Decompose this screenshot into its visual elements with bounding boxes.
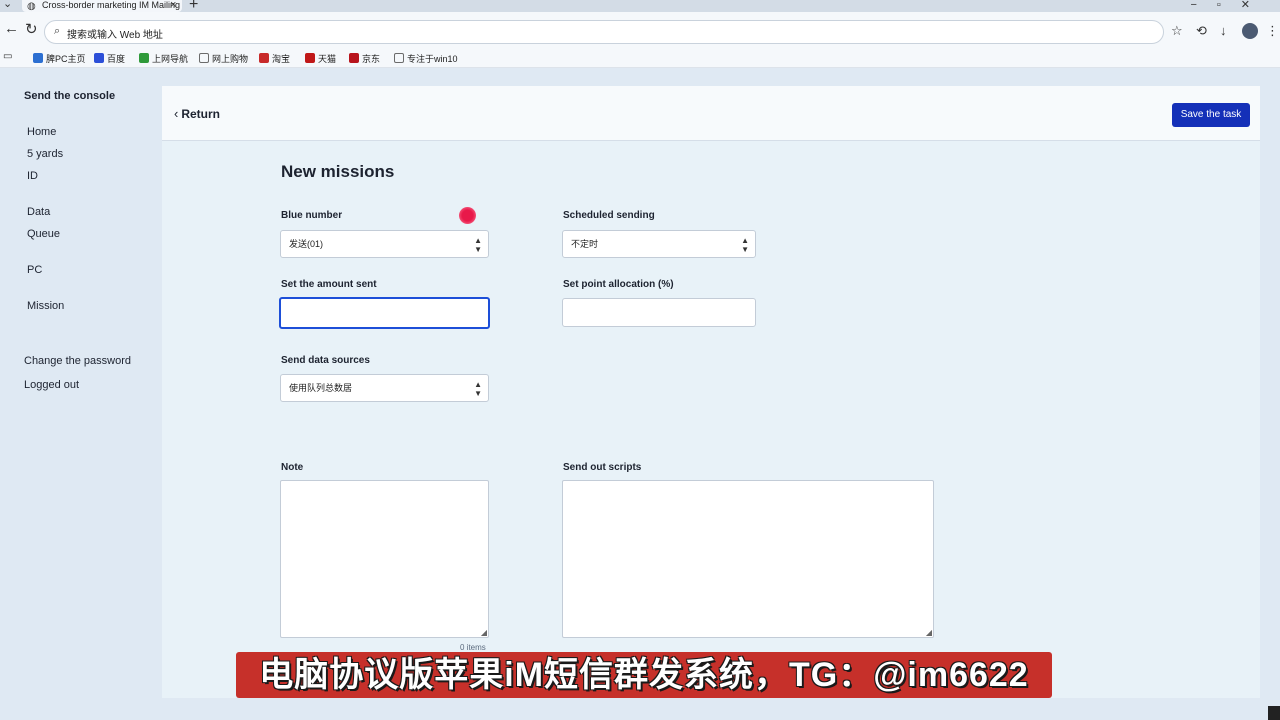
- bookmark-item[interactable]: 天猫: [305, 52, 336, 65]
- bookmark-favicon-icon: [305, 53, 315, 63]
- corner-block: [1268, 706, 1280, 720]
- resize-handle-icon[interactable]: ◢: [481, 628, 487, 637]
- window-controls[interactable]: −▫✕: [1190, 0, 1270, 11]
- bookmark-item[interactable]: 淘宝: [259, 52, 290, 65]
- chevron-left-icon: ‹: [174, 106, 179, 121]
- amount-sent-input[interactable]: [279, 297, 490, 329]
- sidebar-item-data[interactable]: Data: [27, 206, 50, 218]
- point-allocation-label: Set point allocation (%): [563, 279, 674, 290]
- sidebar-item-change-password[interactable]: Change the password: [24, 355, 131, 367]
- close-tab-icon[interactable]: ×: [170, 0, 176, 11]
- address-text: 搜索或输入 Web 地址: [67, 30, 163, 41]
- more-icon[interactable]: ⋮: [1266, 23, 1279, 39]
- amount-sent-label: Set the amount sent: [281, 279, 377, 290]
- bookmark-favicon-icon: [259, 53, 269, 63]
- download-icon[interactable]: ↓: [1220, 23, 1227, 38]
- data-source-select[interactable]: 使用队列总数居 ▲ ▼: [280, 374, 489, 402]
- resize-handle-icon[interactable]: ◢: [926, 628, 932, 637]
- browser-toolbar: ← ↻ ⌕ 搜索或输入 Web 地址 ☆ ⟲ ↓ ⋮: [0, 12, 1280, 48]
- scheduled-sending-value: 不定时: [571, 239, 599, 249]
- profile-avatar[interactable]: [1242, 23, 1258, 39]
- bookmark-item[interactable]: 脾PC主页: [33, 52, 86, 65]
- point-allocation-input[interactable]: [562, 298, 756, 327]
- reading-list-icon[interactable]: ▭: [3, 51, 12, 62]
- blue-number-label: Blue number: [281, 210, 343, 221]
- bookmark-item[interactable]: 专注于win10: [394, 52, 458, 65]
- tab-title: Cross-border marketing IM Mailing: [42, 0, 181, 10]
- data-source-label: Send data sources: [281, 355, 370, 366]
- select-arrows-icon: ▲ ▼: [474, 236, 482, 254]
- bookmark-item[interactable]: 百度: [94, 52, 125, 65]
- bookmark-favicon-icon: [349, 53, 359, 63]
- folder-icon: [199, 53, 209, 63]
- select-arrows-icon: ▲ ▼: [474, 380, 482, 398]
- refresh-icon[interactable]: ↻: [25, 20, 38, 38]
- bookmark-favicon-icon: [139, 53, 149, 63]
- sidebar-item-queue[interactable]: Queue: [27, 228, 60, 240]
- globe-icon: ◍: [27, 1, 36, 12]
- bookmark-item[interactable]: 上网导航: [139, 52, 188, 65]
- overlay-banner: 电脑协议版苹果iM短信群发系统，TG：@im6622: [236, 652, 1052, 698]
- search-icon: ⌕: [54, 25, 61, 37]
- sidebar: Send the console Home 5 yards ID Data Qu…: [0, 70, 160, 720]
- history-icon[interactable]: ⟲: [1196, 23, 1207, 39]
- scheduled-sending-select[interactable]: 不定时 ▲ ▼: [562, 230, 756, 258]
- main-panel: ‹ Return Save the task New missions Blue …: [162, 86, 1260, 698]
- folder-icon: [394, 53, 404, 63]
- bookmarks-bar: ▭ 脾PC主页 百度 上网导航 网上购物 淘宝 天猫 京东 专注于win10: [0, 48, 1280, 68]
- blue-number-value: 发送(01): [289, 239, 324, 249]
- favorites-icon[interactable]: ☆: [1171, 23, 1183, 39]
- note-counter: 0 items: [460, 643, 486, 652]
- main-header: ‹ Return Save the task: [162, 86, 1260, 141]
- address-bar[interactable]: ⌕ 搜索或输入 Web 地址: [44, 20, 1164, 44]
- tab-list-icon[interactable]: ⌄: [3, 0, 12, 10]
- bookmark-favicon-icon: [33, 53, 43, 63]
- pointer-highlight: [459, 207, 476, 224]
- sidebar-item-logout[interactable]: Logged out: [24, 379, 79, 391]
- scripts-textarea[interactable]: ◢: [562, 480, 934, 638]
- data-source-value: 使用队列总数居: [289, 383, 353, 393]
- browser-tab-bar: ⌄ ◍ Cross-border marketing IM Mailing × …: [0, 0, 1280, 13]
- bookmark-favicon-icon: [94, 53, 104, 63]
- sidebar-title: Send the console: [24, 90, 116, 102]
- save-task-button[interactable]: Save the task: [1172, 103, 1250, 127]
- sidebar-item-home[interactable]: Home: [27, 126, 56, 138]
- select-arrows-icon: ▲ ▼: [741, 236, 749, 254]
- back-icon[interactable]: ←: [4, 20, 19, 37]
- note-label: Note: [281, 462, 304, 473]
- page-title: New missions: [281, 162, 395, 181]
- scripts-label: Send out scripts: [563, 462, 642, 473]
- bookmark-item[interactable]: 网上购物: [199, 52, 248, 65]
- sidebar-item-id[interactable]: ID: [27, 170, 38, 182]
- sidebar-item-mission[interactable]: Mission: [27, 300, 64, 312]
- banner-text: 电脑协议版苹果iM短信群发系统，TG：@im6622: [259, 656, 1029, 694]
- scheduled-sending-label: Scheduled sending: [563, 210, 655, 221]
- sidebar-item-5-yards[interactable]: 5 yards: [27, 148, 63, 160]
- note-textarea[interactable]: ◢: [280, 480, 489, 638]
- sidebar-item-pc[interactable]: PC: [27, 264, 42, 276]
- bookmark-item[interactable]: 京东: [349, 52, 380, 65]
- blue-number-select[interactable]: 发送(01) ▲ ▼: [280, 230, 489, 258]
- return-button[interactable]: ‹ Return: [174, 106, 220, 121]
- browser-tab[interactable]: ◍ Cross-border marketing IM Mailing: [22, 0, 182, 12]
